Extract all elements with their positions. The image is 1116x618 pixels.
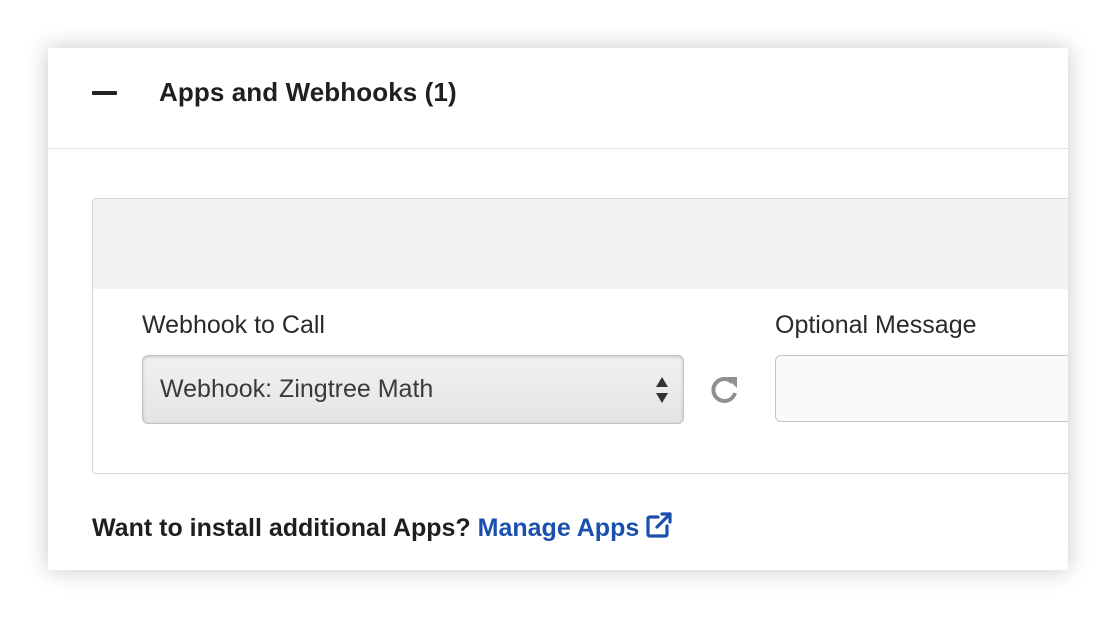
install-apps-footer: Want to install additional Apps? Manage …: [92, 511, 673, 543]
manage-apps-link[interactable]: Manage Apps: [477, 512, 674, 542]
panel-title: Apps and Webhooks (1): [159, 77, 457, 107]
optional-message-input[interactable]: [775, 355, 1068, 422]
webhook-card: Webhook to Call Optional Message Webhook…: [92, 198, 1068, 474]
collapse-toggle-button[interactable]: [84, 78, 124, 108]
apps-webhooks-panel: Apps and Webhooks (1) Webhook to Call Op…: [48, 48, 1068, 570]
webhook-select[interactable]: Webhook: Zingtree Math: [142, 355, 684, 424]
panel-header: Apps and Webhooks (1): [48, 48, 1068, 149]
webhook-field-label: Webhook to Call: [142, 311, 325, 339]
manage-apps-label: Manage Apps: [477, 514, 640, 542]
refresh-icon[interactable]: [707, 373, 741, 407]
screen: Apps and Webhooks (1) Webhook to Call Op…: [0, 0, 1116, 618]
webhook-select-value: Webhook: Zingtree Math: [160, 375, 434, 403]
external-link-icon: [646, 512, 672, 538]
sort-arrows-icon: [656, 377, 668, 403]
minus-icon: [92, 91, 117, 95]
card-header: [93, 199, 1068, 289]
message-field-label: Optional Message: [775, 311, 977, 339]
install-apps-prompt: Want to install additional Apps?: [92, 514, 471, 542]
